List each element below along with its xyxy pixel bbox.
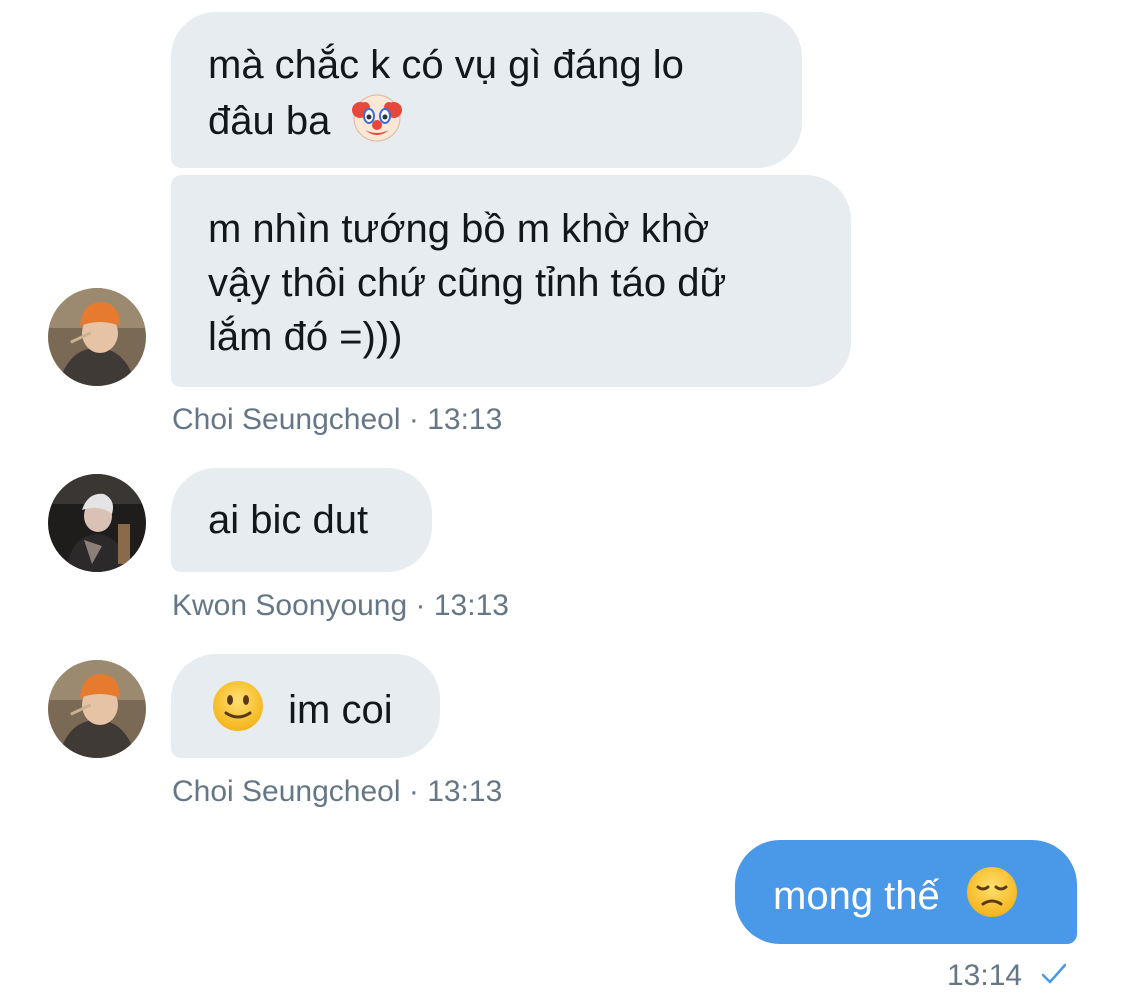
message-text: mong thế <box>773 874 940 918</box>
checkmark-icon <box>1040 961 1068 995</box>
avatar[interactable] <box>48 288 146 386</box>
slightly-smiling-face-icon <box>211 679 265 747</box>
message-time: 13:13 <box>427 403 503 436</box>
sender-name[interactable]: Choi Seungcheol <box>172 403 401 436</box>
message-bubble[interactable]: m nhìn tướng bồ m khờ khờ vậy thôi chứ c… <box>171 175 851 387</box>
message-bubble-outgoing[interactable]: mong thế <box>735 840 1077 944</box>
meta-separator: · <box>408 403 419 436</box>
message-bubble[interactable]: ai bic dut <box>171 468 432 572</box>
avatar[interactable] <box>48 660 146 758</box>
message-text: mà chắc k có vụ gì đáng lo <box>208 43 684 87</box>
message-text: ai bic dut <box>208 498 369 542</box>
message-text: đâu ba <box>208 99 331 143</box>
message-meta: Choi Seungcheol · 13:13 <box>172 775 502 809</box>
meta-separator: · <box>408 775 419 808</box>
avatar[interactable] <box>48 474 146 572</box>
message-text: im coi <box>288 688 393 732</box>
message-bubble[interactable]: im coi <box>171 654 440 758</box>
sender-name[interactable]: Kwon Soonyoung <box>172 589 407 622</box>
message-meta: 13:14 <box>947 959 1068 995</box>
message-bubble[interactable]: mà chắc k có vụ gì đáng lo đâu ba <box>171 12 802 168</box>
sender-name[interactable]: Choi Seungcheol <box>172 775 401 808</box>
disappointed-face-icon <box>965 865 1019 933</box>
message-time: 13:13 <box>433 589 509 622</box>
message-time: 13:14 <box>947 959 1023 992</box>
message-text: vậy thôi chứ cũng tỉnh táo dữ <box>208 261 727 305</box>
message-text: lắm đó =))) <box>208 315 403 359</box>
message-text: m nhìn tướng bồ m khờ khờ <box>208 207 710 251</box>
message-meta: Kwon Soonyoung · 13:13 <box>172 589 509 623</box>
clown-face-icon <box>351 92 403 158</box>
message-time: 13:13 <box>427 775 503 808</box>
message-meta: Choi Seungcheol · 13:13 <box>172 403 502 437</box>
meta-separator: · <box>415 589 426 622</box>
